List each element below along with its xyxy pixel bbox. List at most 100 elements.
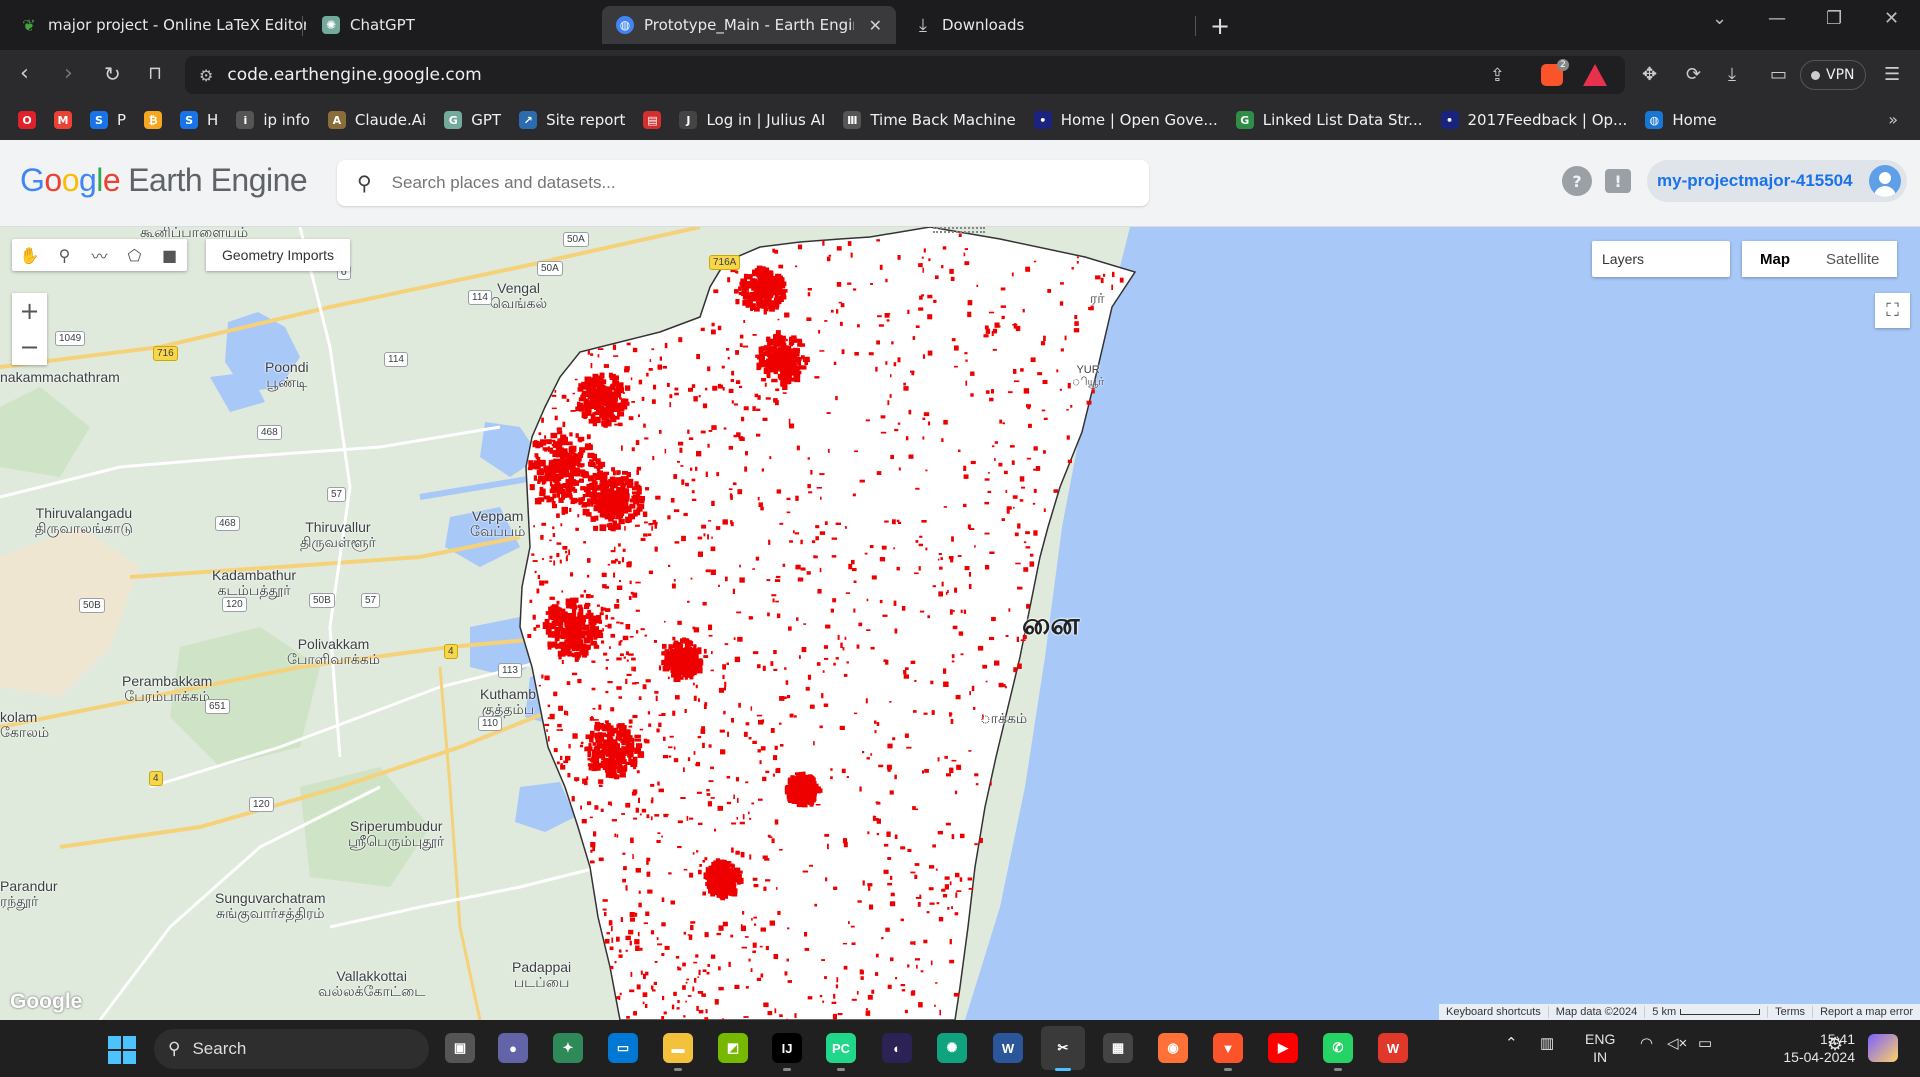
earth-engine-logo[interactable]: Google Earth Engine: [20, 162, 308, 199]
bookmark-item[interactable]: ▤: [643, 111, 662, 129]
back-button[interactable]: ‹: [20, 62, 29, 86]
taskbar-snipping-tool-icon[interactable]: ✂: [1041, 1026, 1085, 1071]
site-settings-icon[interactable]: ⚙: [199, 66, 213, 85]
url-text[interactable]: code.earthengine.google.com: [227, 65, 481, 85]
map-type-satellite-button[interactable]: Satellite: [1808, 241, 1897, 277]
forward-button[interactable]: ›: [64, 62, 73, 86]
bookmark-item[interactable]: G GPT: [444, 111, 501, 129]
taskbar-word-icon[interactable]: W: [993, 1033, 1023, 1063]
taskbar-firefox-icon[interactable]: ◉: [1158, 1033, 1188, 1063]
more-bookmarks-icon[interactable]: »: [1888, 110, 1898, 129]
taskbar-chatgpt-icon[interactable]: ✺: [937, 1033, 967, 1063]
search-input[interactable]: [391, 173, 992, 193]
bookmark-icon[interactable]: ⊓: [148, 62, 162, 86]
menu-icon[interactable]: ☰: [1884, 64, 1900, 85]
bookmark-item[interactable]: ↗ Site report: [519, 111, 625, 129]
bookmark-item[interactable]: Ⅲ Time Back Machine: [843, 111, 1016, 129]
taskbar-eclipse-icon[interactable]: ◐: [882, 1033, 912, 1063]
classified-pixel: [876, 722, 880, 726]
taskbar-nvidia-icon[interactable]: ◩: [718, 1033, 748, 1063]
keyboard-shortcuts-link[interactable]: Keyboard shortcuts: [1439, 1006, 1549, 1018]
vpn-button[interactable]: VPN: [1800, 60, 1866, 90]
classified-pixel: [1028, 423, 1032, 428]
brave-rewards-icon[interactable]: [1583, 64, 1607, 86]
taskbar-pycharm-icon[interactable]: PC: [826, 1033, 856, 1071]
account-avatar[interactable]: [1869, 165, 1901, 197]
map-type-map-button[interactable]: Map: [1742, 241, 1808, 277]
taskbar-search[interactable]: ⚲ Search: [154, 1029, 429, 1069]
leo-ai-icon[interactable]: ⟳: [1686, 64, 1701, 85]
bookmark-item[interactable]: J Log in | Julius AI: [679, 111, 825, 129]
reload-button[interactable]: ↻: [104, 62, 121, 86]
report-map-error-link[interactable]: Report a map error: [1813, 1006, 1920, 1018]
settings-gear-icon[interactable]: ⚙: [1827, 1034, 1843, 1055]
tab-downloads[interactable]: ⤓ Downloads: [900, 6, 1190, 44]
bookmark-item[interactable]: SH: [180, 111, 218, 129]
address-bar[interactable]: ⚙ code.earthengine.google.com ⇪ 2: [185, 56, 1625, 94]
bookmark-item[interactable]: M: [54, 111, 72, 129]
tab-earth-engine[interactable]: ◍ Prototype_Main - Earth Engine C ✕: [602, 6, 896, 44]
taskbar-zoom-icon[interactable]: ●: [498, 1033, 528, 1063]
pan-hand-icon[interactable]: ✋: [12, 239, 47, 271]
layers-button[interactable]: Layers: [1592, 241, 1730, 277]
bookmark-item[interactable]: ₿: [144, 111, 163, 129]
bookmark-item[interactable]: G Linked List Data Str...: [1235, 111, 1423, 129]
extensions-icon[interactable]: ✥: [1642, 64, 1657, 85]
taskbar-file-explorer-icon[interactable]: ▬: [663, 1033, 693, 1071]
close-tab-icon[interactable]: ✕: [869, 16, 882, 35]
tab-chatgpt[interactable]: ✺ ChatGPT: [308, 6, 598, 44]
classified-pixel: [724, 681, 727, 688]
taskbar-remote-desktop-icon[interactable]: ▭: [608, 1033, 638, 1063]
fullscreen-icon[interactable]: ⛶: [1875, 293, 1910, 328]
bookmark-item[interactable]: i ip info: [236, 111, 310, 129]
classified-pixel: [925, 469, 928, 472]
draw-line-icon[interactable]: 〰: [82, 239, 117, 271]
bookmark-item[interactable]: A Claude.Ai: [327, 111, 426, 129]
taskbar-intellij-icon[interactable]: IJ: [772, 1033, 802, 1071]
draw-rectangle-icon[interactable]: ■: [152, 239, 187, 271]
draw-polygon-icon[interactable]: ⬠: [117, 239, 152, 271]
restore-button[interactable]: ❐: [1826, 8, 1842, 29]
bookmark-item[interactable]: O: [18, 111, 36, 129]
tab-overleaf[interactable]: ❦ major project - Online LaTeX Editor O: [6, 6, 306, 44]
bookmark-item[interactable]: ◍ Home: [1645, 111, 1717, 129]
places-search-box[interactable]: ⚲: [337, 160, 1149, 206]
minimize-button[interactable]: —: [1768, 8, 1786, 29]
geometry-imports-button[interactable]: Geometry Imports: [206, 239, 351, 271]
panel-resize-handle[interactable]: [933, 227, 985, 233]
taskbar-task-view-icon[interactable]: ▣: [445, 1033, 475, 1063]
tab-search-chevron-icon[interactable]: ⌄: [1712, 8, 1727, 29]
wifi-icon[interactable]: ◠: [1640, 1034, 1653, 1052]
feedback-icon[interactable]: !: [1605, 169, 1631, 193]
volume-muted-icon[interactable]: ◁×: [1667, 1034, 1687, 1052]
show-hidden-icons-chevron-icon[interactable]: ⌃: [1505, 1034, 1518, 1052]
add-marker-icon[interactable]: ⚲: [47, 239, 82, 271]
tablet-icon[interactable]: ▥: [1540, 1034, 1554, 1052]
zoom-out-button[interactable]: −: [12, 329, 47, 365]
taskbar-widgets-icon[interactable]: ✦: [553, 1033, 583, 1063]
taskbar-calculator-icon[interactable]: ▦: [1103, 1033, 1133, 1063]
share-icon[interactable]: ⇪: [1490, 65, 1505, 86]
taskbar-youtube-icon[interactable]: ▶: [1268, 1033, 1298, 1063]
classified-pixel: [616, 621, 620, 624]
wallet-icon[interactable]: ▭: [1770, 64, 1787, 85]
bookmark-item[interactable]: • 2017Feedback | Op...: [1440, 111, 1627, 129]
new-tab-button[interactable]: +: [1210, 12, 1230, 40]
classified-pixel: [897, 255, 901, 260]
copilot-icon[interactable]: [1868, 1034, 1898, 1062]
project-selector[interactable]: my-projectmajor-415504: [1647, 160, 1907, 202]
taskbar-brave-icon[interactable]: ▼: [1213, 1033, 1243, 1071]
taskbar-wps-office-icon[interactable]: W: [1378, 1033, 1408, 1063]
windows-start-button[interactable]: [108, 1036, 136, 1064]
map-canvas[interactable]: கூனிப்பாளையம் Vengal வெங்கல் Poondi பூண்…: [0, 227, 1920, 1020]
bookmark-item[interactable]: • Home | Open Gove...: [1033, 111, 1218, 129]
terms-link[interactable]: Terms: [1768, 1006, 1814, 1018]
close-window-button[interactable]: ✕: [1884, 8, 1899, 29]
battery-icon[interactable]: ▭: [1698, 1034, 1712, 1052]
language-indicator[interactable]: ENG IN: [1585, 1030, 1615, 1066]
help-icon[interactable]: ?: [1562, 166, 1592, 196]
taskbar-whatsapp-icon[interactable]: ✆: [1323, 1033, 1353, 1071]
downloads-icon[interactable]: ⤓: [1728, 64, 1736, 85]
bookmark-item[interactable]: SP: [90, 111, 126, 129]
zoom-in-button[interactable]: +: [12, 293, 47, 329]
